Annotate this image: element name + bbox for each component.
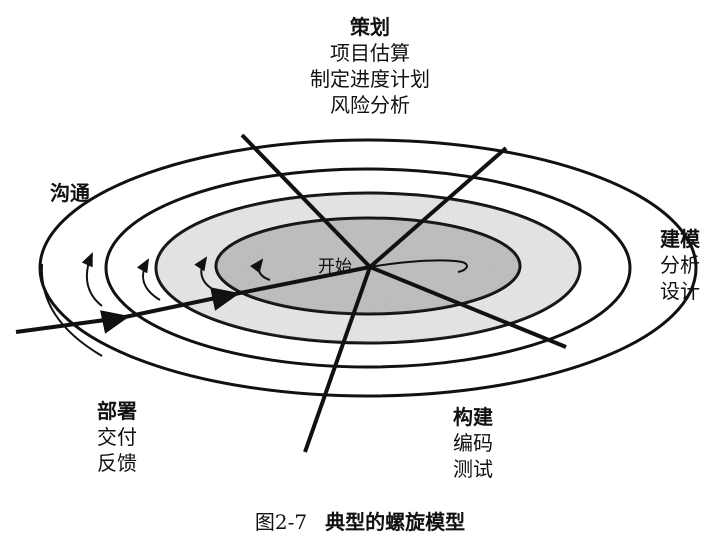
modeling-item-1: 分析	[660, 253, 700, 277]
figure-title: 典型的螺旋模型	[325, 510, 466, 534]
deployment-item-1: 交付	[97, 425, 137, 449]
modeling-label-group: 建模 分析 设计	[650, 226, 710, 304]
figure-caption: 图2-7 典型的螺旋模型	[0, 506, 720, 535]
deployment-title: 部署	[97, 399, 137, 423]
communication-title: 沟通	[50, 181, 90, 205]
planning-label-group: 策划 项目估算 制定进度计划 风险分析	[290, 14, 450, 118]
planning-item-1: 项目估算	[330, 41, 410, 65]
modeling-item-2: 设计	[660, 279, 700, 303]
figure-number: 图2-7	[254, 510, 308, 534]
deployment-item-2: 反馈	[97, 451, 137, 475]
planning-item-3: 风险分析	[330, 93, 410, 117]
construction-title: 构建	[453, 405, 493, 429]
construction-label-group: 构建 编码 测试	[438, 404, 508, 482]
planning-item-2: 制定进度计划	[310, 67, 430, 91]
spiral-curl-1	[40, 263, 103, 357]
start-label: 开始	[318, 257, 352, 277]
spiral-curl-2	[81, 252, 103, 307]
construction-item-1: 编码	[453, 431, 493, 455]
planning-title: 策划	[350, 15, 390, 39]
communication-label-group: 沟通	[50, 180, 90, 206]
deployment-label-group: 部署 交付 反馈	[82, 398, 152, 476]
spiral-model-figure: 策划 项目估算 制定进度计划 风险分析 沟通 建模 分析 设计 构建 编码 测试…	[0, 0, 720, 554]
modeling-title: 建模	[660, 227, 700, 251]
construction-item-2: 测试	[453, 457, 493, 481]
